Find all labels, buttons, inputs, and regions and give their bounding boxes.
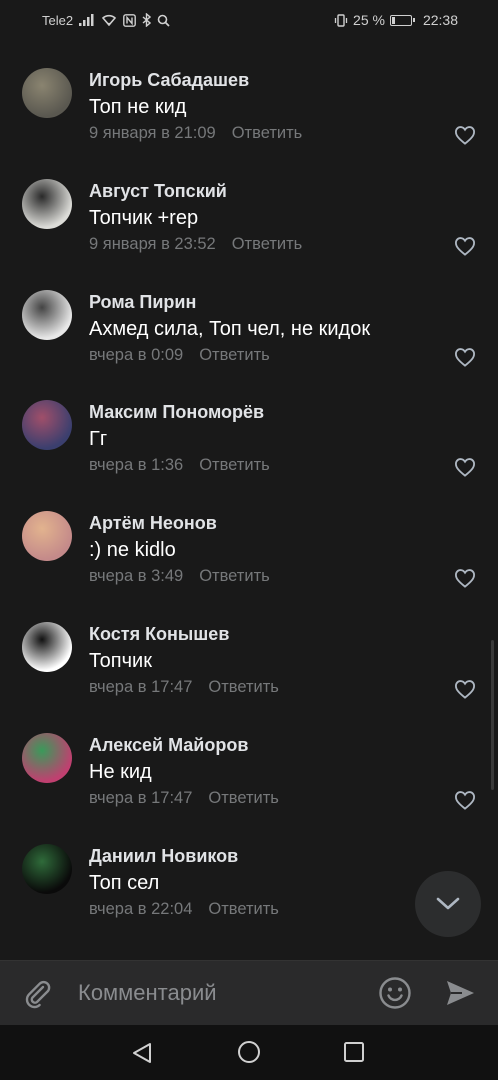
square-recent-icon[interactable] xyxy=(343,1041,365,1063)
battery-icon xyxy=(389,14,415,26)
comment-author[interactable]: Игорь Сабадашев xyxy=(89,70,249,91)
status-right: 25 % 22:38 xyxy=(334,12,458,28)
reply-button[interactable]: Ответить xyxy=(199,346,270,365)
comment-date: вчера в 1:36 xyxy=(89,456,184,475)
scroll-down-button[interactable] xyxy=(415,871,481,937)
status-left: Tele2 xyxy=(42,13,170,28)
comment-author[interactable]: Максим Пономорёв xyxy=(89,402,264,423)
heart-icon[interactable] xyxy=(454,568,476,588)
heart-icon[interactable] xyxy=(454,790,476,810)
comment-text: :) ne kidlo xyxy=(89,539,176,562)
comment-author[interactable]: Артём Неонов xyxy=(89,513,217,534)
reply-button[interactable]: Ответить xyxy=(208,900,279,919)
chevron-down-icon xyxy=(436,897,460,910)
avatar[interactable] xyxy=(22,289,72,340)
comment-date: 9 января в 23:52 xyxy=(89,234,216,253)
comment-date: вчера в 17:47 xyxy=(89,788,193,807)
heart-icon[interactable] xyxy=(454,125,476,145)
comment-meta: вчера в 0:09 Ответить xyxy=(89,346,270,365)
comment-author[interactable]: Даниил Новиков xyxy=(89,846,238,867)
comment-date: вчера в 17:47 xyxy=(89,678,193,696)
comment-text: Топчик xyxy=(89,650,152,672)
comment-text: Ахмед сила, Топ чел, не кидок xyxy=(89,317,371,340)
comment-text: Топ не кид xyxy=(89,96,187,118)
heart-icon[interactable] xyxy=(454,236,476,256)
comment-composer xyxy=(0,960,498,1025)
comment-author[interactable]: Алексей Майоров xyxy=(89,735,248,756)
reply-button[interactable]: Ответить xyxy=(199,456,270,475)
avatar[interactable] xyxy=(22,622,72,672)
wifi-icon xyxy=(101,14,117,26)
heart-icon[interactable] xyxy=(454,679,476,699)
status-bar: Tele2 25 % 22:38 xyxy=(0,0,498,40)
comment-item: Артём Неонов :) ne kidlo вчера в 3:49 От… xyxy=(0,476,498,588)
carrier-label: Tele2 xyxy=(42,12,74,28)
reply-button[interactable]: Ответить xyxy=(199,567,270,586)
avatar[interactable] xyxy=(22,511,72,562)
system-nav-bar xyxy=(0,1025,498,1080)
smiley-icon[interactable] xyxy=(378,976,412,1010)
comment-text: Гг xyxy=(89,428,108,451)
heart-icon[interactable] xyxy=(454,347,476,367)
comment-author[interactable]: Рома Пирин xyxy=(89,292,196,313)
comment-item: Рома Пирин Ахмед сила, Топ чел, не кидок… xyxy=(0,255,498,367)
avatar[interactable] xyxy=(22,843,72,894)
send-icon[interactable] xyxy=(444,977,476,1009)
comment-meta: вчера в 1:36 Ответить xyxy=(89,456,270,475)
reply-button[interactable]: Ответить xyxy=(208,678,279,697)
avatar[interactable] xyxy=(22,68,72,118)
comment-author[interactable]: Август Топский xyxy=(89,181,227,202)
circle-home-icon[interactable] xyxy=(237,1040,261,1064)
reply-button[interactable]: Ответить xyxy=(232,124,303,143)
comment-text: Не кид xyxy=(89,760,152,783)
comment-meta: вчера в 22:04 Ответить xyxy=(89,900,279,919)
comment-meta: вчера в 3:49 Ответить xyxy=(89,567,270,586)
comment-text: Топчик +rep xyxy=(89,206,199,229)
comment-item: Алексей Майоров Не кид вчера в 17:47 Отв… xyxy=(0,698,498,810)
clock: 22:38 xyxy=(422,12,458,28)
reply-button[interactable]: Ответить xyxy=(232,235,303,254)
comment-item: Август Топский Топчик +rep 9 января в 23… xyxy=(0,144,498,256)
comment-item: Максим Пономорёв Гг вчера в 1:36 Ответит… xyxy=(0,365,498,478)
comments-list[interactable]: Игорь Сабадашев Топ не кид 9 января в 21… xyxy=(0,40,498,958)
reply-button[interactable]: Ответить xyxy=(208,789,279,808)
comment-date: вчера в 3:49 xyxy=(89,567,184,586)
comment-text: Топ сел xyxy=(89,871,160,894)
comment-item: Костя Конышев Топчик вчера в 17:47 Ответ… xyxy=(0,587,498,699)
comment-meta: 9 января в 21:09 Ответить xyxy=(89,124,302,143)
heart-icon[interactable] xyxy=(454,457,476,478)
bluetooth-icon xyxy=(142,13,152,27)
comment-input[interactable] xyxy=(78,973,358,1013)
nfc-icon xyxy=(123,13,136,27)
comment-meta: вчера в 17:47 Ответить xyxy=(89,678,279,697)
comment-meta: 9 января в 23:52 Ответить xyxy=(89,235,302,254)
comment-date: 9 января в 21:09 xyxy=(89,124,216,142)
vibrate-icon xyxy=(334,13,348,27)
paperclip-icon[interactable] xyxy=(22,977,54,1009)
comment-date: вчера в 22:04 xyxy=(89,899,193,918)
avatar[interactable] xyxy=(22,400,72,451)
comment-meta: вчера в 17:47 Ответить xyxy=(89,789,279,808)
comment-date: вчера в 0:09 xyxy=(89,345,184,364)
comment-author[interactable]: Костя Конышев xyxy=(89,624,229,645)
search-icon xyxy=(157,14,170,27)
battery-percent: 25 % xyxy=(353,12,385,28)
comment-item: Игорь Сабадашев Топ не кид 9 января в 21… xyxy=(0,40,498,145)
avatar[interactable] xyxy=(22,732,72,783)
triangle-back-icon[interactable] xyxy=(130,1041,154,1065)
signal-icon xyxy=(79,14,94,26)
avatar[interactable] xyxy=(22,178,72,229)
